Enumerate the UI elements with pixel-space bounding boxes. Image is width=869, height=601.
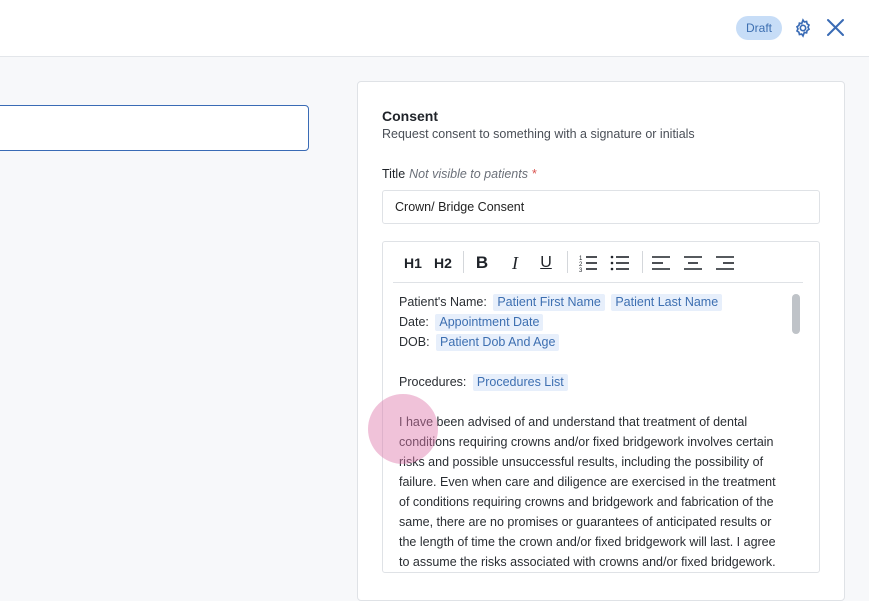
left-text-input[interactable] bbox=[0, 105, 309, 151]
date-label: Date: bbox=[399, 315, 429, 329]
field-label-text: Title bbox=[382, 167, 406, 181]
toolbar-divider bbox=[642, 251, 643, 273]
procedures-label: Procedures: bbox=[399, 375, 467, 389]
title-field-label: Title Not visible to patients * bbox=[382, 167, 537, 181]
paragraph-line: of conditions requiring crowns and bridg… bbox=[399, 495, 774, 509]
required-marker: * bbox=[531, 167, 537, 181]
paragraph-line: conditions requiring crowns and/or fixed… bbox=[399, 435, 774, 449]
dob-label: DOB: bbox=[399, 335, 430, 349]
close-icon[interactable] bbox=[826, 18, 845, 37]
date-line: Date: Appointment Date bbox=[399, 312, 791, 332]
title-input[interactable]: Crown/ Bridge Consent bbox=[382, 190, 820, 224]
svg-text:3: 3 bbox=[579, 268, 583, 272]
underline-button[interactable]: U bbox=[536, 252, 556, 274]
gear-icon[interactable] bbox=[793, 18, 813, 38]
first-name-token[interactable]: Patient First Name bbox=[493, 294, 605, 311]
patient-name-line: Patient's Name: Patient First Name Patie… bbox=[399, 292, 791, 312]
panel-title: Consent bbox=[382, 108, 438, 124]
ordered-list-icon[interactable]: 1 2 3 bbox=[577, 252, 599, 274]
procedures-token[interactable]: Procedures List bbox=[472, 374, 568, 391]
editor-scrollbar[interactable] bbox=[790, 292, 802, 572]
last-name-token[interactable]: Patient Last Name bbox=[611, 294, 723, 311]
panel-subtitle: Request consent to something with a sign… bbox=[382, 127, 695, 141]
paragraph-line: same, there are no promises or guarantee… bbox=[399, 515, 772, 529]
field-hint: Not visible to patients bbox=[409, 167, 528, 181]
name-label: Patient's Name: bbox=[399, 295, 487, 309]
bullet-list-icon[interactable] bbox=[609, 252, 631, 274]
rich-text-editor[interactable]: H1 H2 B I U 1 2 3 Patient's Name: Patien… bbox=[382, 241, 820, 573]
consent-panel: Consent Request consent to something wit… bbox=[357, 81, 845, 601]
touch-indicator bbox=[368, 394, 438, 464]
align-left-icon[interactable] bbox=[650, 252, 672, 274]
editor-toolbar: H1 H2 B I U 1 2 3 bbox=[393, 242, 803, 283]
dob-token[interactable]: Patient Dob And Age bbox=[436, 334, 560, 351]
align-right-icon[interactable] bbox=[714, 252, 736, 274]
status-badge: Draft bbox=[736, 16, 782, 40]
toolbar-divider bbox=[463, 251, 464, 273]
appointment-date-token[interactable]: Appointment Date bbox=[435, 314, 544, 331]
bold-button[interactable]: B bbox=[472, 252, 492, 274]
paragraph-line: failure. Even when care and diligence ar… bbox=[399, 475, 776, 489]
paragraph-line: to assume the risks associated with crow… bbox=[399, 555, 776, 569]
top-bar: Draft bbox=[0, 0, 869, 57]
procedures-line: Procedures: Procedures List bbox=[399, 372, 791, 392]
align-center-icon[interactable] bbox=[682, 252, 704, 274]
scrollbar-thumb[interactable] bbox=[792, 294, 800, 334]
italic-button[interactable]: I bbox=[505, 252, 525, 274]
dob-line: DOB: Patient Dob And Age bbox=[399, 332, 791, 352]
heading2-button[interactable]: H2 bbox=[431, 252, 455, 274]
paragraph-line: I have been advised of and understand th… bbox=[399, 415, 748, 429]
consent-paragraph: I have been advised of and understand th… bbox=[399, 412, 791, 572]
toolbar-divider bbox=[567, 251, 568, 273]
editor-content[interactable]: Patient's Name: Patient First Name Patie… bbox=[399, 292, 791, 572]
paragraph-line: the length of time the crown and/or fixe… bbox=[399, 535, 776, 549]
paragraph-line: risks and possible unsuccessful results,… bbox=[399, 455, 764, 469]
heading1-button[interactable]: H1 bbox=[401, 252, 425, 274]
